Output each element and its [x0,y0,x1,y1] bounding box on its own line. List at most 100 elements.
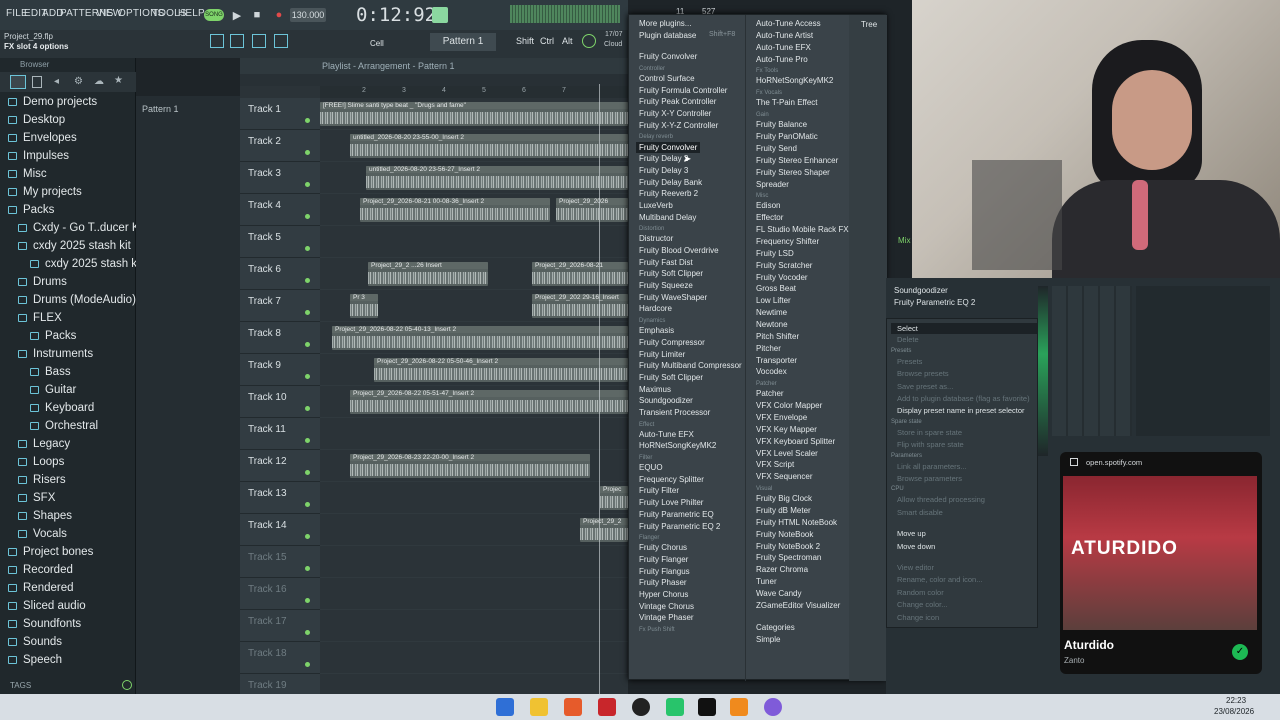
browser-item[interactable]: Sounds [8,636,62,648]
plugin-menu-item[interactable]: Fruity Convolver [639,52,697,61]
piano-roll-icon[interactable] [230,34,244,48]
track-header[interactable]: Track 6 [240,258,320,290]
playhead[interactable] [599,84,600,694]
plugin-menu-item[interactable]: Control Surface [639,74,695,83]
plugin-menu-item[interactable]: Fruity X-Y-Z Controller [639,121,718,130]
track-header[interactable]: Track 9 [240,354,320,386]
audio-clip[interactable]: untitled_2026-08-20 23-55-00_Insert 2 [350,134,628,158]
mixer-slot-2[interactable]: Fruity Parametric EQ 2 [894,298,975,307]
ctrl-button[interactable]: Ctrl [540,36,554,46]
context-menu-item[interactable]: Allow threaded processing [897,495,985,504]
track-enable-led[interactable] [305,438,310,443]
browser-item[interactable]: Vocals [18,528,67,540]
plugin-menu-item[interactable]: Fruity Delay Bank [639,178,702,187]
plugin-menu-item[interactable]: Tuner [756,577,777,586]
track-enable-led[interactable] [305,182,310,187]
context-menu-item[interactable]: Rename, color and icon... [897,575,982,584]
plugin-menu-item[interactable]: Simple [756,635,780,644]
plugin-menu-item[interactable]: Fruity Flangus [639,567,690,576]
browser-item[interactable]: Soundfonts [8,618,81,630]
app-icon-red[interactable] [598,698,616,716]
track-enable-led[interactable] [305,150,310,155]
browser-item[interactable]: SFX [18,492,55,504]
plugin-menu-item[interactable]: Vintage Chorus [639,602,694,611]
browser-item[interactable]: Cxdy - Go T..ducer Kit) [18,222,149,234]
plugin-menu-item[interactable]: Fruity NoteBook 2 [756,542,820,551]
browser-item[interactable]: Bass [30,366,71,378]
audio-clip[interactable]: Project_29_202 29-16_Insert [532,294,628,318]
plugin-menu-item[interactable]: Fruity Reeverb 2 [639,189,698,198]
browser-item[interactable]: Project bones [8,546,93,558]
mixer-icon[interactable] [274,34,288,48]
plugin-menu-item[interactable]: Fruity Spectroman [756,553,821,562]
browser-add-icon[interactable] [10,75,26,89]
plugin-menu-item[interactable]: Pitch Shifter [756,332,799,341]
search-icon[interactable] [122,680,132,690]
plugin-menu-item[interactable]: Wave Candy [756,589,802,598]
plugin-menu-item[interactable]: Fruity NoteBook [756,530,813,539]
plugin-menu-item[interactable]: Fruity Soft Clipper [639,269,703,278]
browser-item[interactable]: cxdy 2025 stash kit [30,258,143,270]
plugin-menu-item[interactable]: Fruity Fast Dist [639,258,693,267]
track-header[interactable]: Track 5 [240,226,320,258]
cloud-browser-icon[interactable]: ☁ [94,76,104,87]
plugin-menu-item[interactable]: Fruity Formula Controller [639,86,727,95]
plugin-menu-item[interactable]: Transporter [756,356,797,365]
browser-item[interactable]: Misc [8,168,47,180]
plugin-menu-item[interactable]: Fruity Filter [639,486,679,495]
audio-clip[interactable]: Project_29_2026-08-22 05-40-13_Insert 2 [332,326,628,350]
mixer-channels[interactable] [1052,286,1132,436]
plugin-menu-item[interactable]: The T-Pain Effect [756,98,818,107]
context-menu-item[interactable]: Store in spare state [897,428,962,437]
pattern-mode-icon[interactable] [432,7,448,23]
file-explorer-icon[interactable] [530,698,548,716]
plugin-menu-item[interactable]: Fruity Multiband Compressor [639,361,742,370]
audio-clip[interactable]: Project_29_2026-08-23 22-20-00_Insert 2 [350,454,590,478]
plugin-menu-item[interactable]: Soundgoodizer [639,396,693,405]
plugin-menu-item[interactable]: Fruity Stereo Enhancer [756,156,838,165]
plugin-menu-item[interactable]: VFX Key Mapper [756,425,817,434]
plug-icon[interactable]: ⚙ [74,76,83,87]
context-menu-item[interactable]: Smart disable [897,508,943,517]
plugin-menu-item[interactable]: Newtime [756,308,787,317]
track-header[interactable]: Track 16 [240,578,320,610]
pattern-selector[interactable]: Pattern 1 [430,33,496,51]
browser-item[interactable]: Desktop [8,114,65,126]
tempo-display[interactable]: 130.000 [290,8,326,22]
track-enable-led[interactable] [305,342,310,347]
plugin-menu-item[interactable]: Fruity Scratcher [756,261,812,270]
track-header[interactable]: Track 13 [240,482,320,514]
plugin-menu-item[interactable]: ZGameEditor Visualizer [756,601,840,610]
plugin-menu-item[interactable]: Distructor [639,234,673,243]
track-header[interactable]: Track 7 [240,290,320,322]
plugin-menu-item[interactable]: Multiband Delay [639,213,696,222]
cloud-label[interactable]: Cloud [604,41,622,48]
browser-item[interactable]: Sliced audio [8,600,86,612]
audio-clip[interactable]: Pr 3 [350,294,378,318]
whatsapp-icon[interactable] [666,698,684,716]
file-icon[interactable] [32,76,42,88]
mixer-slot-1[interactable]: Soundgoodizer [894,286,948,295]
track-header[interactable]: Track 18 [240,642,320,674]
plugin-menu-item[interactable]: Low Lifter [756,296,791,305]
track-header[interactable]: Track 12 [240,450,320,482]
plugin-menu-item[interactable]: VFX Level Scaler [756,449,818,458]
plugin-menu-item[interactable]: Frequency Splitter [639,475,704,484]
star-icon[interactable]: ★ [114,75,123,86]
plugin-menu-item[interactable]: Plugin database [639,31,696,40]
track-enable-led[interactable] [305,662,310,667]
plugin-menu-item[interactable]: Spreader [756,180,789,189]
plugin-menu-item[interactable]: Fruity Love Philter [639,498,703,507]
plugin-menu-item[interactable]: Auto-Tune EFX [756,43,811,52]
browser-item[interactable]: Drums (ModeAudio) [18,294,136,306]
alt-button[interactable]: Alt [562,36,573,46]
plugin-menu-item[interactable]: VFX Envelope [756,413,807,422]
plugin-menu-item[interactable]: Fruity X-Y Controller [639,109,711,118]
plugin-menu-item[interactable]: Fruity Delay 3 [639,166,688,175]
obs-icon[interactable] [632,698,650,716]
context-menu-item[interactable]: Select [891,323,1037,334]
plugin-menu-item[interactable]: More plugins... [639,19,691,28]
plugin-menu-item[interactable]: Categories [756,623,795,632]
brave-icon[interactable] [564,698,582,716]
browser-item[interactable]: Instruments [18,348,93,360]
